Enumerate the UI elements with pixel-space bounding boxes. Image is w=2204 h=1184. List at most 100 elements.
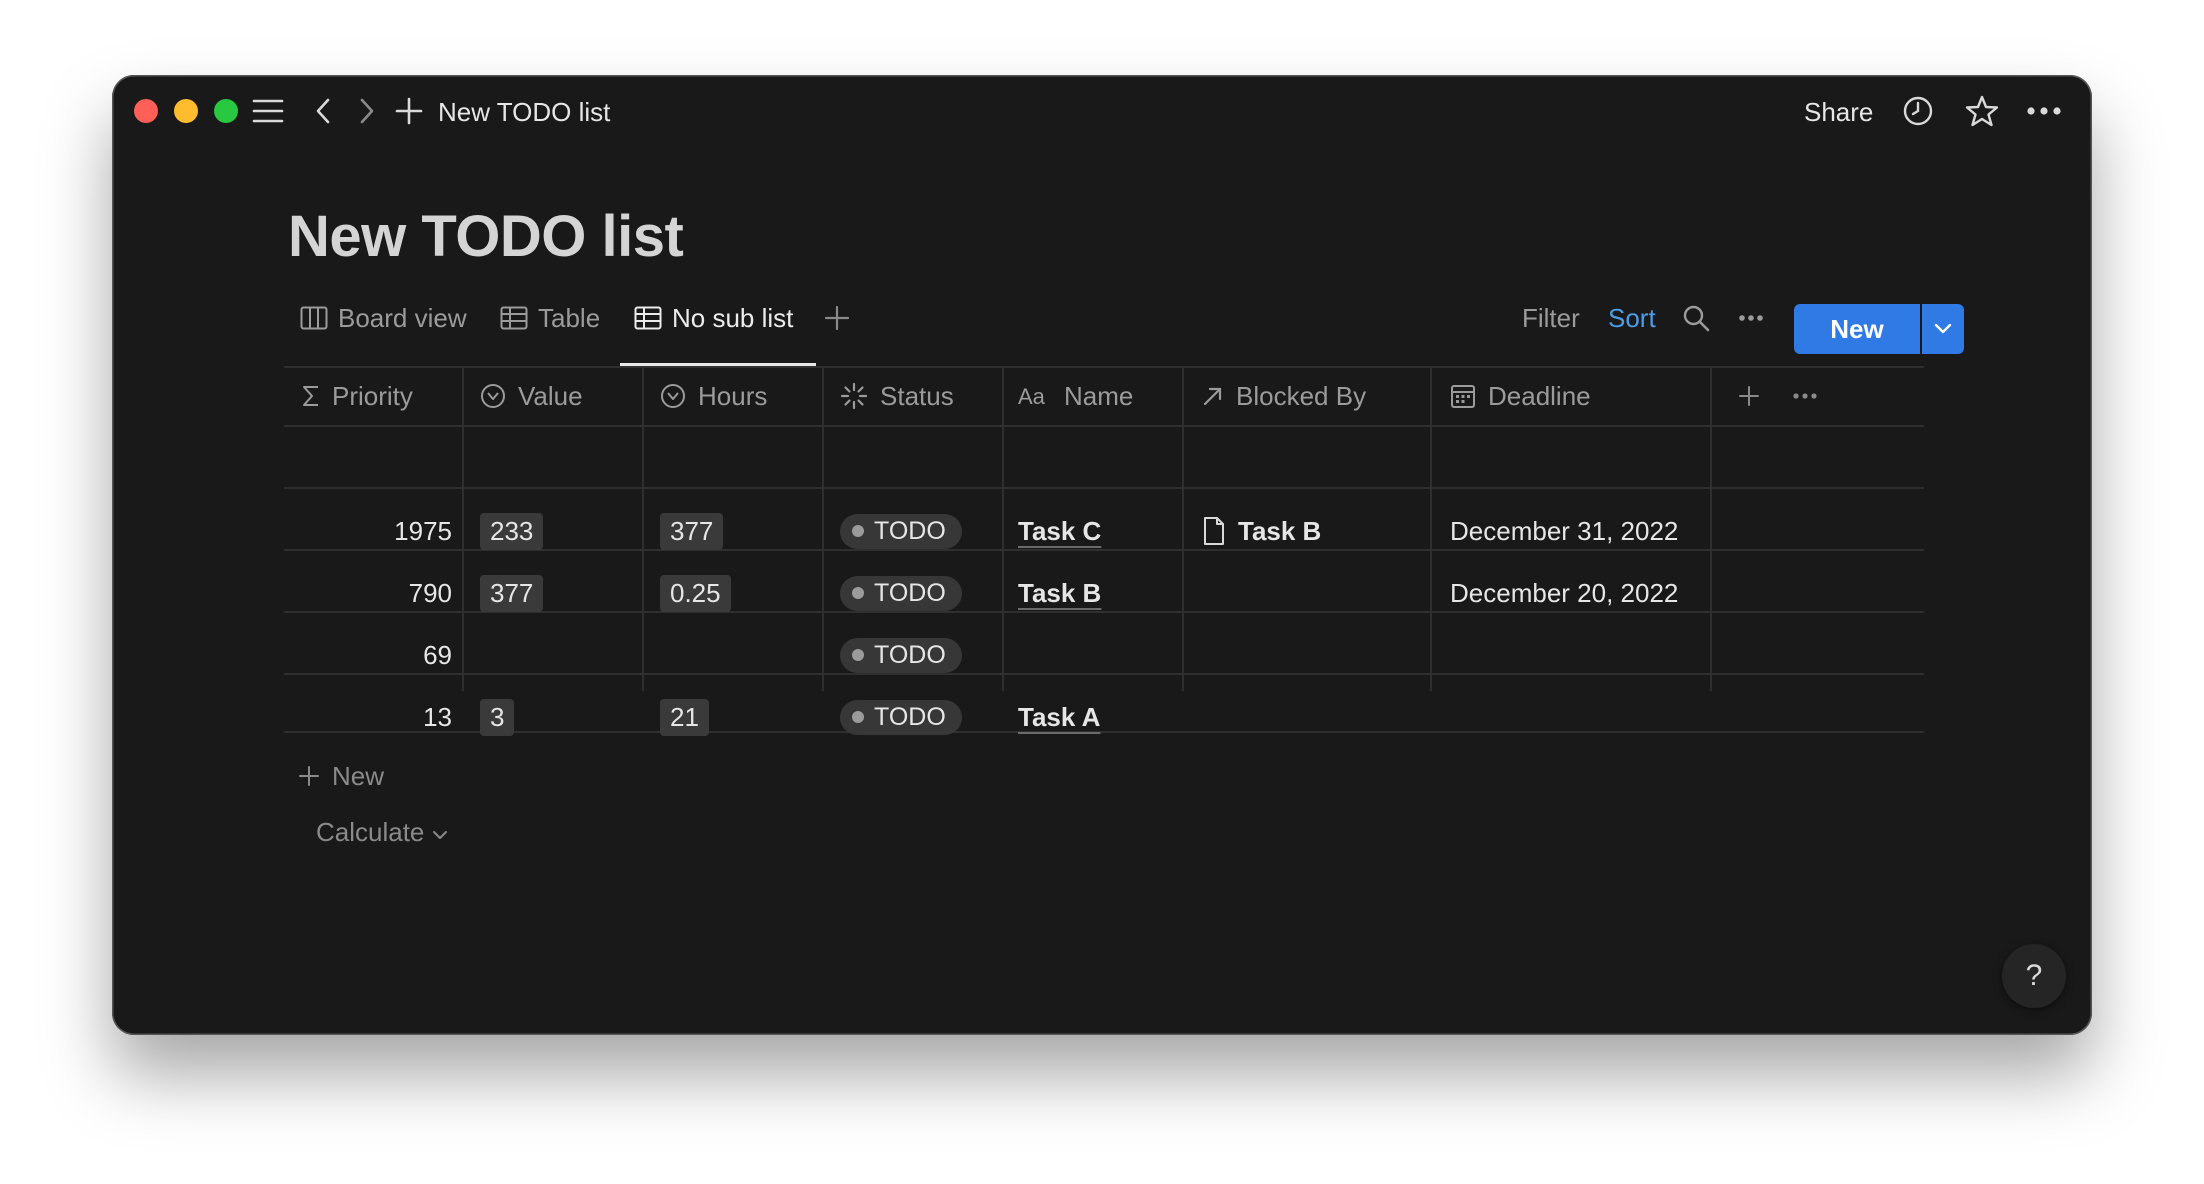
back-arrow-icon[interactable]	[308, 91, 338, 131]
plus-icon	[299, 766, 319, 786]
hours-cell[interactable]: 377	[660, 501, 724, 561]
close-window-button[interactable]	[134, 99, 158, 123]
sidebar-menu-icon[interactable]	[248, 91, 288, 131]
status-badge: TODO	[840, 699, 962, 735]
column-header-hours[interactable]: Hours	[660, 367, 767, 425]
name-cell[interactable]: Task A	[1018, 687, 1100, 747]
favorite-star-icon[interactable]	[1962, 91, 2002, 131]
status-spinner-icon	[840, 382, 868, 410]
row-divider	[284, 673, 1924, 675]
name-cell[interactable]: Task C	[1018, 501, 1101, 561]
column-more-icon[interactable]	[1792, 367, 1830, 425]
column-header-status[interactable]: Status	[840, 367, 954, 425]
column-divider	[1182, 367, 1184, 691]
column-header-priority[interactable]: Priority	[302, 367, 413, 425]
table-bottom-border	[284, 731, 1924, 733]
priority-cell[interactable]: 69	[292, 625, 452, 685]
hours-chip: 0.25	[660, 574, 731, 612]
calculate-label: Calculate	[316, 816, 425, 847]
zoom-window-button[interactable]	[214, 99, 238, 123]
board-icon	[300, 306, 328, 330]
share-button[interactable]: Share	[1804, 93, 1873, 131]
tab-table[interactable]: Table	[500, 297, 600, 339]
page-title[interactable]: New TODO list	[288, 203, 684, 270]
blocked-by-link[interactable]: Task B	[1238, 516, 1321, 547]
value-chip: 377	[480, 574, 544, 612]
new-button[interactable]: New	[1794, 304, 1920, 354]
name-cell[interactable]: Task B	[1018, 563, 1101, 623]
column-header-label: Blocked By	[1236, 380, 1367, 411]
hours-cell[interactable]: 0.25	[660, 563, 731, 623]
status-dot-icon	[852, 587, 864, 599]
column-divider	[822, 367, 824, 691]
more-options-icon[interactable]	[2024, 91, 2064, 131]
add-row-button[interactable]: New	[298, 755, 384, 797]
table-icon	[500, 306, 528, 330]
page-document-icon	[1204, 517, 1224, 545]
column-header-blocked-by[interactable]: Blocked By	[1202, 367, 1366, 425]
add-view-icon[interactable]	[824, 297, 850, 339]
help-button[interactable]: ?	[2002, 944, 2066, 1008]
minimize-window-button[interactable]	[174, 99, 198, 123]
column-header-value[interactable]: Value	[480, 367, 583, 425]
add-page-icon[interactable]	[392, 91, 426, 131]
status-cell[interactable]: TODO	[840, 501, 962, 561]
column-header-label: Priority	[332, 380, 413, 411]
tab-no-sub-list[interactable]: No sub list	[634, 297, 793, 339]
table-icon	[634, 306, 662, 330]
value-cell[interactable]: 3	[480, 687, 515, 747]
hours-cell[interactable]: 21	[660, 687, 709, 747]
app-window: New TODO list Share New TODO list Board …	[112, 75, 2092, 1035]
priority-cell[interactable]: 1975	[292, 501, 452, 561]
status-label: TODO	[874, 640, 946, 669]
formula-icon	[481, 384, 505, 408]
deadline-cell[interactable]: December 31, 2022	[1450, 501, 1678, 561]
tab-label: Table	[538, 302, 601, 333]
view-more-icon[interactable]	[1738, 297, 1764, 339]
status-label: TODO	[874, 578, 946, 607]
column-header-label: Hours	[698, 380, 768, 411]
priority-cell[interactable]: 13	[292, 687, 452, 747]
hours-chip: 377	[660, 512, 724, 550]
column-divider	[1710, 367, 1712, 691]
svg-text:Aa: Aa	[1018, 385, 1046, 407]
relation-arrow-icon	[1203, 387, 1222, 406]
deadline-cell[interactable]: December 20, 2022	[1450, 563, 1678, 623]
sigma-icon	[303, 386, 318, 406]
status-dot-icon	[852, 525, 864, 537]
value-cell[interactable]: 377	[480, 563, 544, 623]
status-badge: TODO	[840, 637, 962, 673]
status-badge: TODO	[840, 513, 962, 549]
value-cell[interactable]: 233	[480, 501, 544, 561]
status-cell[interactable]: TODO	[840, 563, 962, 623]
breadcrumb[interactable]: New TODO list	[438, 93, 610, 131]
tab-label: No sub list	[672, 302, 794, 333]
row-divider	[284, 425, 1924, 427]
calendar-icon	[1451, 385, 1475, 408]
calculate-dropdown[interactable]: Calculate	[316, 811, 448, 853]
search-icon[interactable]	[1682, 297, 1710, 339]
column-header-label: Value	[518, 380, 583, 411]
forward-arrow-icon[interactable]	[352, 91, 382, 131]
column-header-label: Status	[880, 380, 954, 411]
status-cell[interactable]: TODO	[840, 625, 962, 685]
blocked-by-cell[interactable]: Task B	[1202, 501, 1321, 561]
column-header-deadline[interactable]: Deadline	[1450, 367, 1591, 425]
status-label: TODO	[874, 516, 946, 545]
sort-button[interactable]: Sort	[1608, 297, 1656, 339]
chevron-down-icon	[433, 831, 448, 839]
priority-cell[interactable]: 790	[292, 563, 452, 623]
column-divider	[462, 367, 464, 691]
column-header-name[interactable]: Aa Name	[1018, 367, 1133, 425]
history-clock-icon[interactable]	[1898, 91, 1938, 131]
add-property-icon[interactable]	[1738, 367, 1772, 425]
filter-button[interactable]: Filter	[1522, 297, 1580, 339]
add-row-label: New	[332, 760, 385, 791]
column-divider	[1430, 367, 1432, 691]
tab-board-view[interactable]: Board view	[300, 297, 467, 339]
status-cell[interactable]: TODO	[840, 687, 962, 747]
value-chip: 233	[480, 512, 544, 550]
status-dot-icon	[852, 649, 864, 661]
status-label: TODO	[874, 702, 946, 731]
new-dropdown-chevron-icon[interactable]	[1922, 304, 1964, 354]
